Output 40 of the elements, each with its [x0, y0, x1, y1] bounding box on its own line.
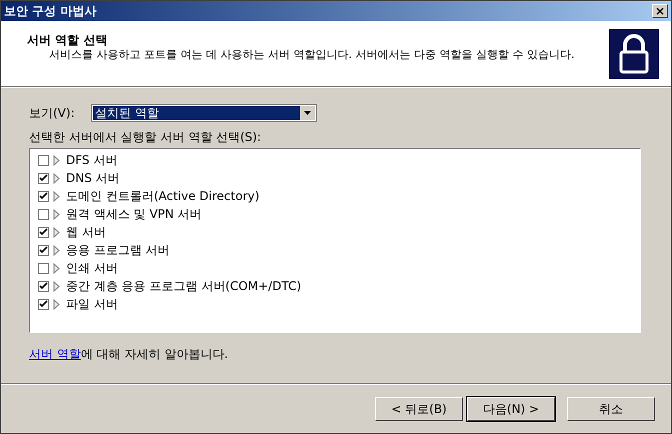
role-name: 파일 서버 [66, 296, 118, 313]
expand-icon[interactable] [53, 190, 60, 202]
list-label: 선택한 서버에서 실행할 서버 역할 선택(S): [29, 129, 262, 146]
wizard-button[interactable]: < 뒤로(B) [375, 397, 463, 421]
expand-icon[interactable] [53, 154, 60, 166]
checkbox[interactable] [38, 172, 49, 184]
checkbox[interactable] [38, 244, 49, 256]
close-button[interactable]: × [652, 4, 668, 18]
role-name: 인쇄 서버 [66, 260, 118, 277]
padlock-icon [609, 29, 659, 79]
role-name: DNS 서버 [66, 170, 120, 187]
expand-icon[interactable] [53, 244, 60, 256]
role-name: 웹 서버 [66, 224, 106, 241]
checkbox[interactable] [38, 154, 49, 166]
header-description: 서비스를 사용하고 포트를 여는 데 사용하는 서버 역할입니다. 서버에서는 다중 역할을 실행할 수 있습니다. [48, 49, 576, 61]
expand-icon[interactable] [53, 208, 60, 220]
wizard-button[interactable]: 다음(N) > [467, 397, 555, 421]
header-title: 서버 역할 선택 [27, 32, 108, 49]
role-name: 원격 액세스 및 VPN 서버 [66, 206, 202, 223]
checkbox[interactable] [38, 190, 49, 202]
checkbox[interactable] [38, 208, 49, 220]
role-name: DFS 서버 [66, 152, 118, 169]
role-name: 중간 계층 응용 프로그램 서버(COM+/DTC) [66, 278, 302, 295]
expand-icon[interactable] [53, 262, 60, 274]
expand-icon[interactable] [53, 280, 60, 292]
checkbox[interactable] [38, 298, 49, 310]
wizard-button[interactable]: 취소 [567, 397, 655, 421]
expand-icon[interactable] [53, 226, 60, 238]
info-text: 서버 역할에 대해 자세히 알아봅니다. [29, 346, 230, 363]
checkbox[interactable] [38, 280, 49, 292]
window-title: 보안 구성 마법사 [4, 3, 96, 20]
role-name: 응용 프로그램 서버 [66, 242, 170, 259]
role-name: 도메인 컨트롤러(Active Directory) [66, 188, 260, 205]
expand-icon[interactable] [53, 172, 60, 184]
view-label: 보기(V): [29, 105, 76, 122]
expand-icon[interactable] [53, 298, 60, 310]
server-roles-link[interactable]: 서버 역할 [29, 347, 81, 361]
checkbox[interactable] [38, 262, 49, 274]
checkbox[interactable] [38, 226, 49, 238]
view-dropdown[interactable]: 설치된 역할 [91, 104, 317, 122]
